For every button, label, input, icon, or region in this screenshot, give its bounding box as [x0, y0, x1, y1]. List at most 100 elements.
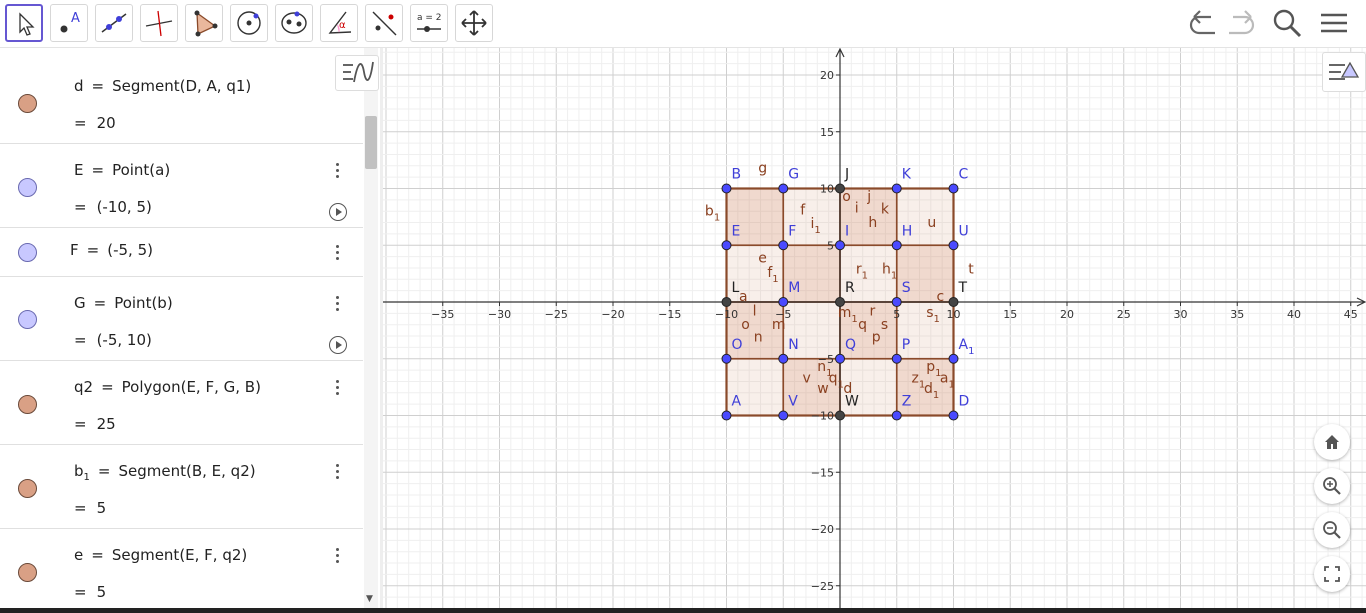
point-label: H — [902, 223, 913, 239]
algebra-graph-icon — [343, 61, 374, 83]
point-label: B — [732, 167, 742, 183]
algebra-value: = 5 — [74, 499, 107, 517]
segment-label: k — [881, 201, 890, 217]
slider-tool-button[interactable]: a = 2 — [410, 4, 448, 42]
x-tick-label: 15 — [1003, 308, 1017, 321]
point-tool-button[interactable]: A — [50, 4, 88, 42]
point-T — [948, 297, 959, 307]
line-tool-button[interactable] — [95, 4, 133, 42]
algebra-row-e[interactable]: e = Segment(E, F, q2) = 5 — [0, 529, 363, 608]
coordinate-plane[interactable]: −35 −30 −25 −20 −15 −10 −5 5 10 15 20 25 30 35 40 45201… — [383, 48, 1366, 608]
conic-tool-button[interactable] — [275, 4, 313, 42]
main-menu-button[interactable] — [1316, 6, 1352, 42]
algebra-row-b1[interactable]: b1 = Segment(B, E, q2) = 5 — [0, 445, 363, 529]
reflect-icon — [372, 11, 397, 36]
segment-label: w — [817, 381, 828, 397]
segment-label: m — [772, 317, 786, 333]
more-options-icon[interactable] — [336, 163, 340, 181]
play-animation-icon[interactable] — [329, 336, 347, 354]
home-button[interactable] — [1314, 424, 1350, 460]
point-label: T — [958, 280, 968, 296]
graphics-view[interactable]: −35 −30 −25 −20 −15 −10 −5 5 10 15 20 25 30 35 40 45 20 1… — [383, 48, 1366, 608]
scroll-down-arrow-icon[interactable]: ▼ — [366, 594, 373, 604]
algebra-row-G[interactable]: G = Point(b) = (-5, 10) — [0, 277, 363, 361]
circle-icon — [237, 11, 261, 35]
zoom-out-button[interactable] — [1314, 512, 1350, 548]
point-label: F — [788, 223, 796, 239]
circle-tool-button[interactable] — [230, 4, 268, 42]
polygon-tool-button[interactable] — [185, 4, 223, 42]
x-tick-label: −35 — [431, 308, 454, 321]
visibility-toggle[interactable] — [18, 310, 37, 329]
angle-icon: α — [328, 11, 352, 34]
algebra-row-q2[interactable]: q2 = Polygon(E, F, G, B) = 25 — [0, 361, 363, 445]
y-tick-label: −25 — [811, 580, 834, 593]
point-label: M — [788, 280, 800, 296]
more-options-icon[interactable] — [336, 245, 340, 263]
point-label: S — [902, 280, 911, 296]
move-graphics-tool-button[interactable] — [455, 4, 493, 42]
redo-button[interactable] — [1225, 6, 1261, 42]
move-tool-button[interactable] — [5, 4, 43, 42]
segment-label: u — [927, 215, 936, 231]
more-options-icon[interactable] — [336, 548, 340, 566]
point-A — [721, 410, 732, 421]
segment-label: s — [881, 317, 888, 333]
point-I — [835, 240, 845, 251]
visibility-toggle[interactable] — [18, 479, 37, 498]
x-tick-label: −25 — [545, 308, 568, 321]
visibility-toggle[interactable] — [18, 395, 37, 414]
point-label: I — [845, 223, 849, 239]
visibility-toggle[interactable] — [18, 178, 37, 197]
visibility-toggle[interactable] — [18, 94, 37, 113]
graphics-style-bar-button[interactable] — [1322, 52, 1366, 92]
x-tick-label: 20 — [1060, 308, 1074, 321]
undo-button[interactable] — [1185, 6, 1221, 42]
algebra-view-toggle-button[interactable] — [335, 55, 379, 91]
search-button[interactable] — [1270, 6, 1306, 42]
segment-label: r — [870, 304, 876, 320]
point-label: J — [844, 167, 849, 183]
fullscreen-button[interactable] — [1314, 556, 1350, 592]
segment-label: c — [936, 289, 944, 305]
point-Z — [891, 410, 902, 421]
bottom-bar — [0, 608, 1366, 613]
more-options-icon[interactable] — [336, 464, 340, 482]
more-options-icon[interactable] — [336, 296, 340, 314]
algebra-row-E[interactable]: E = Point(a) = (-10, 5) — [0, 144, 363, 228]
x-tick-label: 10 — [947, 308, 961, 321]
point-label: R — [845, 280, 855, 296]
style-bar-icon — [1329, 61, 1360, 80]
reflect-tool-button[interactable] — [365, 4, 403, 42]
y-tick-label: 15 — [820, 126, 834, 139]
algebra-row-F[interactable]: F = (-5, 5) — [0, 228, 363, 277]
angle-tool-button[interactable]: α — [320, 4, 358, 42]
point-B — [721, 183, 732, 194]
redo-icon — [1229, 10, 1255, 35]
zoom-in-button[interactable] — [1314, 468, 1350, 504]
point-A1 — [948, 353, 959, 364]
algebra-value: = (-10, 5) — [74, 198, 152, 216]
segment-label: o — [741, 317, 750, 333]
polygon-icon — [194, 10, 218, 37]
visibility-toggle[interactable] — [18, 563, 37, 582]
svg-text:A: A — [71, 11, 80, 26]
home-icon — [1325, 435, 1339, 449]
algebra-row-d[interactable]: d = Segment(D, A, q1) = 20 — [0, 48, 363, 144]
perpendicular-line-tool-button[interactable] — [140, 4, 178, 42]
y-tick-label: −15 — [811, 466, 834, 479]
x-tick-label: 30 — [1174, 308, 1188, 321]
svg-text:a = 2: a = 2 — [417, 13, 442, 23]
point-label: N — [788, 337, 798, 353]
more-options-icon[interactable] — [336, 380, 340, 398]
point-label: L — [732, 280, 740, 296]
point-label: Z — [902, 394, 912, 410]
visibility-toggle[interactable] — [18, 243, 37, 262]
play-animation-icon[interactable] — [329, 203, 347, 221]
algebra-value: = 20 — [74, 114, 116, 132]
point-H — [891, 240, 902, 251]
algebra-scrollbar-thumb[interactable] — [365, 116, 377, 169]
point-M — [778, 297, 789, 307]
segment-label: t — [968, 262, 974, 278]
y-tick-label: 5 — [827, 239, 834, 252]
